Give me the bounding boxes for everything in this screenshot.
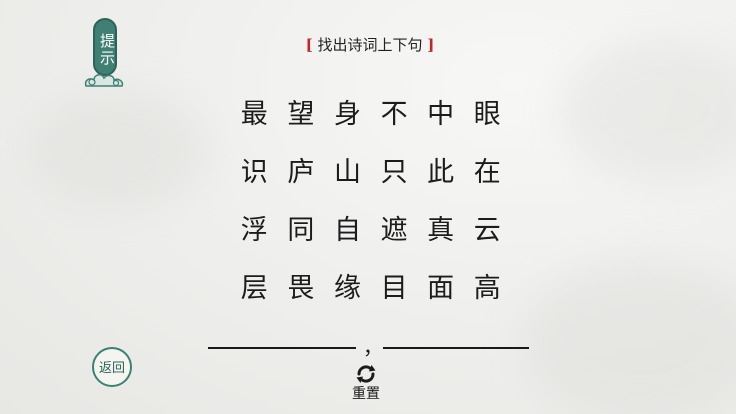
cloud-icon (84, 74, 124, 87)
character-tile[interactable]: 此 (417, 140, 464, 198)
character-tile[interactable]: 同 (278, 198, 325, 256)
character-tile[interactable]: 高 (464, 256, 511, 314)
back-label: 返回 (98, 361, 125, 376)
reset-button[interactable]: 重置 (346, 362, 386, 408)
character-tile[interactable]: 只 (371, 140, 418, 198)
puzzle-title: [ 找出诗词上下句 ] (280, 34, 460, 58)
back-button[interactable]: 返回 (88, 343, 138, 393)
title-open-bracket: [ (305, 36, 313, 54)
character-tile[interactable]: 遮 (371, 198, 418, 256)
reset-label: 重置 (352, 386, 380, 402)
answer-slot-second-line (383, 347, 529, 349)
answer-slot-first-line (208, 347, 356, 349)
character-tile[interactable]: 层 (231, 256, 278, 314)
character-tile[interactable]: 浮 (231, 198, 278, 256)
character-grid: 最 望 身 不 中 眼 识 庐 山 只 此 在 浮 同 自 遮 真 云 层 畏 … (231, 82, 511, 314)
ink-wash-decoration (520, 260, 736, 414)
character-tile[interactable]: 庐 (278, 140, 325, 198)
character-tile[interactable]: 目 (371, 256, 418, 314)
ink-wash-decoration (30, 90, 210, 210)
game-screen: 提示 [ 找出诗词上下句 ] 最 望 身 不 中 眼 识 庐 山 只 此 在 浮… (0, 0, 736, 414)
character-tile[interactable]: 身 (324, 82, 371, 140)
character-tile[interactable]: 畏 (278, 256, 325, 314)
character-tile[interactable]: 在 (464, 140, 511, 198)
title-close-bracket: ] (427, 36, 435, 54)
character-tile[interactable]: 中 (417, 82, 464, 140)
hint-button[interactable]: 提示 (82, 18, 128, 92)
answer-separator: ， (363, 335, 383, 359)
title-text: 找出诗词上下句 (317, 36, 423, 54)
ink-wash-decoration (560, 40, 736, 180)
character-tile[interactable]: 山 (324, 140, 371, 198)
character-tile[interactable]: 不 (371, 82, 418, 140)
character-tile[interactable]: 真 (417, 198, 464, 256)
character-tile[interactable]: 云 (464, 198, 511, 256)
character-tile[interactable]: 自 (324, 198, 371, 256)
character-tile[interactable]: 最 (231, 82, 278, 140)
character-tile[interactable]: 眼 (464, 82, 511, 140)
character-tile[interactable]: 识 (231, 140, 278, 198)
refresh-icon (356, 365, 376, 383)
character-tile[interactable]: 缘 (324, 256, 371, 314)
character-tile[interactable]: 望 (278, 82, 325, 140)
character-tile[interactable]: 面 (417, 256, 464, 314)
